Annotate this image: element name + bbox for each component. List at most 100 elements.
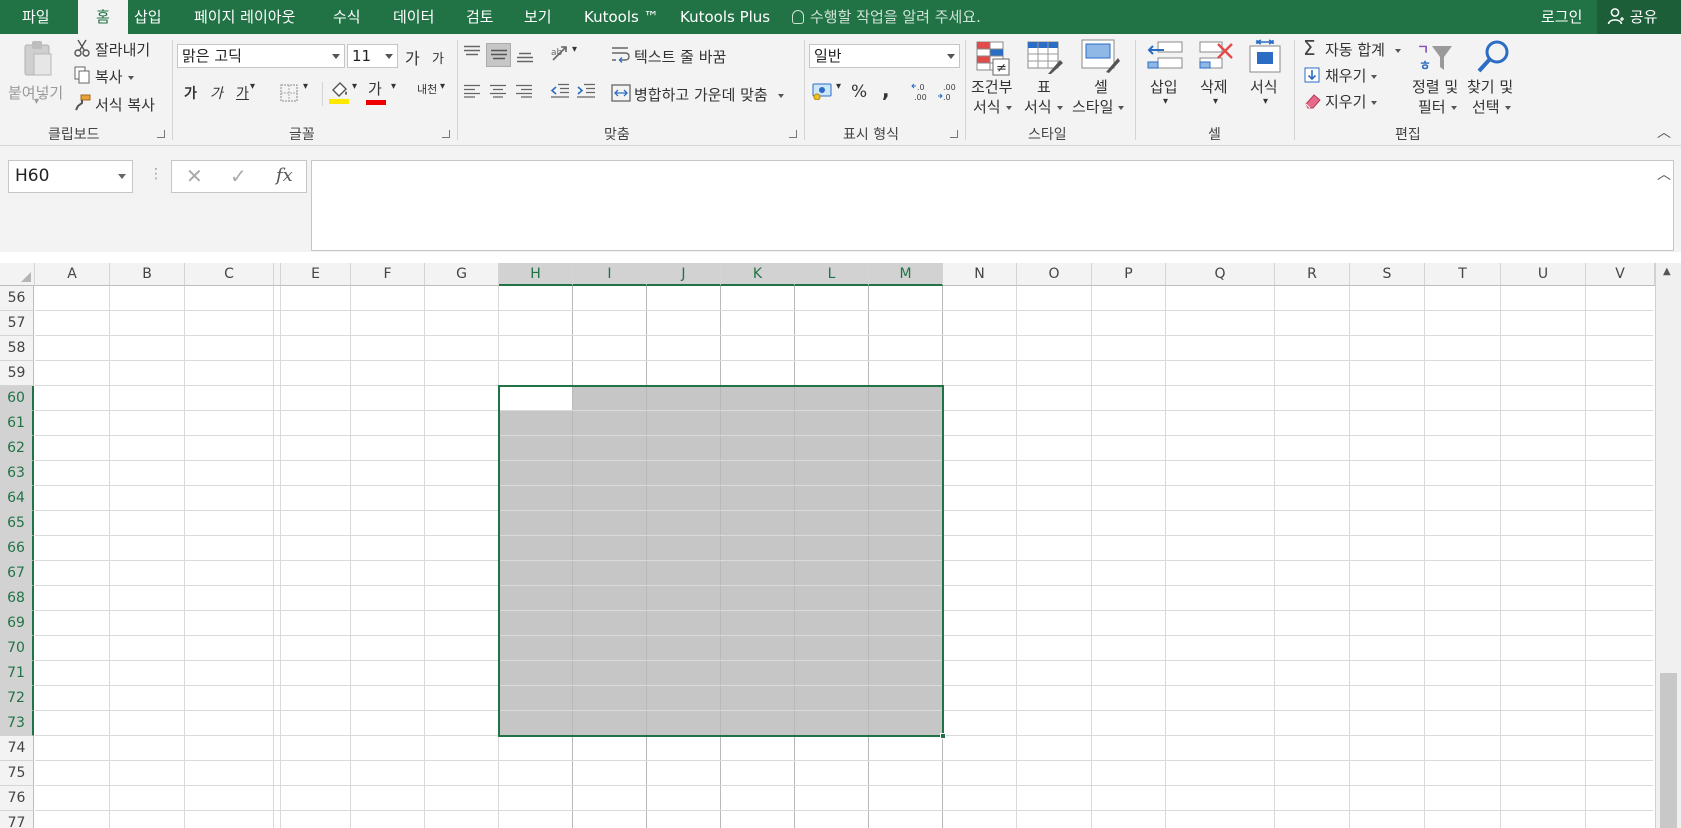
delete-cells-icon[interactable] xyxy=(1196,38,1234,74)
font-name-select[interactable]: 맑은 고딕 xyxy=(177,44,345,68)
shrink-font-button[interactable]: 가 xyxy=(432,48,444,67)
orientation-dropdown-icon[interactable]: ▾ xyxy=(572,44,577,55)
cell-styles-button[interactable]: 스타일 xyxy=(1072,96,1125,117)
align-center-icon[interactable] xyxy=(489,84,507,98)
row-header-64[interactable]: 64 xyxy=(0,486,34,511)
vertical-scrollbar[interactable]: ▲ xyxy=(1655,263,1681,828)
clear-button[interactable]: 지우기 xyxy=(1325,91,1378,112)
column-header-d[interactable] xyxy=(274,263,281,286)
cell-styles-icon[interactable] xyxy=(1080,38,1120,74)
select-all-corner[interactable] xyxy=(0,263,35,286)
row-header-77[interactable]: 77 xyxy=(0,811,34,828)
row-header-65[interactable]: 65 xyxy=(0,511,34,536)
row-header-72[interactable]: 72 xyxy=(0,686,34,711)
column-header-e[interactable]: E xyxy=(281,263,351,286)
insert-function-button[interactable]: fx xyxy=(276,165,293,186)
increase-decimal-icon[interactable]: .0.00 xyxy=(911,82,933,102)
scrollbar-thumb[interactable] xyxy=(1660,673,1677,828)
fill-color-dropdown-icon[interactable]: ▾ xyxy=(352,81,357,92)
conditional-formatting-icon[interactable]: ≠ xyxy=(975,40,1011,76)
merge-center-button[interactable]: 병합하고 가운데 맞춤 xyxy=(634,84,784,105)
fill-handle[interactable] xyxy=(940,733,946,739)
row-header-61[interactable]: 61 xyxy=(0,411,34,436)
increase-indent-icon[interactable] xyxy=(576,83,596,99)
merge-center-icon[interactable] xyxy=(611,84,631,102)
row-header-68[interactable]: 68 xyxy=(0,586,34,611)
font-color-dropdown-icon[interactable]: ▾ xyxy=(391,81,396,92)
insert-cells-dropdown-icon[interactable]: ▾ xyxy=(1163,96,1168,107)
formula-input[interactable] xyxy=(311,160,1674,251)
wrap-text-icon[interactable] xyxy=(611,46,631,64)
decrease-decimal-icon[interactable]: .00.0 xyxy=(937,82,959,102)
row-header-69[interactable]: 69 xyxy=(0,611,34,636)
sign-in-link[interactable]: 로그인 xyxy=(1541,0,1582,34)
column-header-b[interactable]: B xyxy=(110,263,185,286)
clipboard-launcher-icon[interactable] xyxy=(157,130,165,138)
tab-page-layout[interactable]: 페이지 레이아웃 xyxy=(194,0,295,34)
expand-formula-bar-icon[interactable]: ︿ xyxy=(1657,164,1671,184)
conditional-format-label-1[interactable]: 조건부 xyxy=(971,76,1012,97)
find-select-button[interactable]: 선택 xyxy=(1472,96,1511,117)
column-header-o[interactable]: O xyxy=(1017,263,1092,286)
paste-icon[interactable] xyxy=(22,40,54,78)
number-format-select[interactable]: 일반 xyxy=(809,44,960,68)
tab-data[interactable]: 데이터 xyxy=(393,0,434,34)
share-button[interactable]: 공유 xyxy=(1597,0,1681,34)
column-header-c[interactable]: C xyxy=(185,263,274,286)
column-header-l[interactable]: L xyxy=(795,263,869,286)
format-as-table-icon[interactable] xyxy=(1026,40,1064,76)
row-header-71[interactable]: 71 xyxy=(0,661,34,686)
row-header-67[interactable]: 67 xyxy=(0,561,34,586)
tab-home[interactable]: 홈 xyxy=(78,0,128,34)
accounting-dropdown-icon[interactable]: ▾ xyxy=(836,81,841,92)
column-header-j[interactable]: J xyxy=(647,263,721,286)
grow-font-button[interactable]: 가 xyxy=(405,45,420,69)
column-header-k[interactable]: K xyxy=(721,263,795,286)
format-table-label-1[interactable]: 표 xyxy=(1037,76,1051,97)
column-header-u[interactable]: U xyxy=(1501,263,1586,286)
underline-dropdown-icon[interactable]: ▾ xyxy=(250,81,255,92)
row-header-57[interactable]: 57 xyxy=(0,311,34,336)
borders-dropdown-icon[interactable]: ▾ xyxy=(303,81,308,92)
number-launcher-icon[interactable] xyxy=(950,130,958,138)
format-cells-dropdown-icon[interactable]: ▾ xyxy=(1263,96,1268,107)
enter-check-icon[interactable]: ✓ xyxy=(230,164,247,188)
fill-button[interactable]: 채우기 xyxy=(1325,65,1378,86)
underline-button[interactable]: 가 xyxy=(236,83,249,103)
align-bottom-icon[interactable] xyxy=(516,49,534,63)
cut-button[interactable]: 잘라내기 xyxy=(95,39,150,60)
delete-cells-button[interactable]: 삭제 xyxy=(1200,76,1228,97)
cancel-icon[interactable]: ✕ xyxy=(186,164,203,188)
row-header-70[interactable]: 70 xyxy=(0,636,34,661)
tab-formulas[interactable]: 수식 xyxy=(333,0,361,34)
orientation-icon[interactable]: ab xyxy=(550,43,572,63)
scroll-up-icon[interactable]: ▲ xyxy=(1663,266,1671,277)
format-cells-button[interactable]: 서식 xyxy=(1250,76,1278,97)
phonetic-dropdown-icon[interactable]: ▾ xyxy=(440,81,445,92)
row-header-75[interactable]: 75 xyxy=(0,761,34,786)
row-header-76[interactable]: 76 xyxy=(0,786,34,811)
percent-button[interactable]: % xyxy=(851,82,867,102)
tab-file[interactable]: 파일 xyxy=(22,0,50,34)
accounting-format-icon[interactable] xyxy=(812,82,832,100)
phonetic-button[interactable]: 내천 xyxy=(417,81,437,97)
borders-icon[interactable] xyxy=(280,84,298,102)
tell-me-search[interactable]: 수행할 작업을 알려 주세요. xyxy=(792,0,981,34)
find-select-label-1[interactable]: 찾기 및 xyxy=(1467,76,1513,97)
format-cells-icon[interactable] xyxy=(1247,38,1283,74)
row-header-62[interactable]: 62 xyxy=(0,436,34,461)
format-painter-button[interactable]: 서식 복사 xyxy=(95,94,155,115)
column-header-m[interactable]: M xyxy=(869,263,943,286)
column-header-n[interactable]: N xyxy=(943,263,1017,286)
column-header-f[interactable]: F xyxy=(351,263,425,286)
format-table-button[interactable]: 서식 xyxy=(1024,96,1063,117)
column-header-h[interactable]: H xyxy=(499,263,573,286)
font-size-select[interactable]: 11 xyxy=(347,44,398,68)
sort-filter-label-1[interactable]: 정렬 및 xyxy=(1412,76,1458,97)
insert-cells-button[interactable]: 삽입 xyxy=(1150,76,1178,97)
italic-button[interactable]: 가 xyxy=(210,83,223,103)
row-header-56[interactable]: 56 xyxy=(0,286,34,311)
column-header-q[interactable]: Q xyxy=(1166,263,1275,286)
column-header-s[interactable]: S xyxy=(1350,263,1425,286)
row-header-58[interactable]: 58 xyxy=(0,336,34,361)
